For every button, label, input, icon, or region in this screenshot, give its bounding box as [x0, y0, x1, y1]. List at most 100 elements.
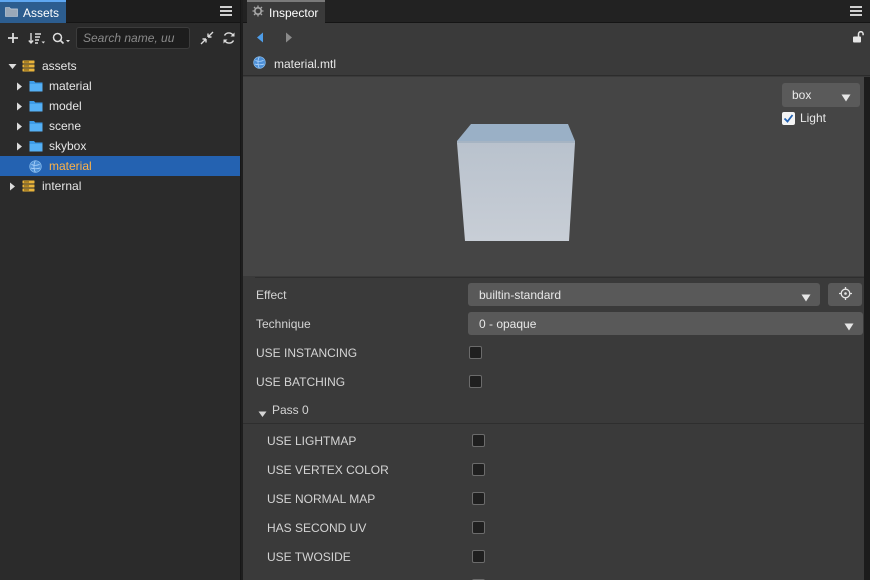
folder-icon	[29, 80, 43, 92]
database-icon	[22, 180, 36, 192]
prop-use-normal-map: USE NORMAL MAP	[243, 484, 870, 513]
technique-value: 0 - opaque	[479, 316, 537, 331]
tree-item-label: model	[49, 99, 82, 113]
prop-label: HAS SECOND UV	[267, 520, 367, 535]
search-input[interactable]: Search name, uu	[76, 27, 190, 49]
chevron-right-icon[interactable]	[7, 181, 17, 191]
tree-item-assets[interactable]: assets	[0, 56, 240, 76]
use-instancing-checkbox[interactable]	[469, 346, 482, 359]
search-placeholder: Search name, uu	[83, 31, 175, 45]
lock-icon[interactable]	[852, 30, 864, 46]
gear-icon	[252, 5, 264, 20]
asset-file-name: material.mtl	[274, 56, 337, 71]
add-icon[interactable]	[6, 29, 20, 47]
search-filter-icon[interactable]	[52, 29, 72, 47]
inspector-menu-icon[interactable]	[850, 4, 862, 18]
prop-technique: Technique 0 - opaque	[243, 309, 870, 338]
technique-select[interactable]: 0 - opaque	[468, 312, 863, 335]
tree-item-material-asset[interactable]: material	[0, 156, 240, 176]
prop-label: USE TWOSIDE	[267, 549, 351, 564]
light-checkbox[interactable]	[781, 111, 795, 125]
use-vertex-color-checkbox[interactable]	[472, 463, 485, 476]
prop-label: USE BATCHING	[256, 374, 346, 389]
chevron-right-icon[interactable]	[14, 81, 24, 91]
chevron-down-icon	[801, 291, 811, 305]
chevron-down-icon	[841, 91, 851, 105]
tree-item-label: material	[49, 79, 92, 93]
tree-item-label: scene	[49, 119, 82, 133]
chevron-down-icon[interactable]	[7, 61, 17, 71]
use-batching-checkbox[interactable]	[469, 375, 482, 388]
material-preview[interactable]: box Light	[243, 77, 864, 276]
prop-label: USE VERTEX COLOR	[267, 462, 389, 477]
use-normal-map-checkbox[interactable]	[472, 492, 485, 505]
light-label: Light	[799, 111, 826, 125]
tab-assets[interactable]: Assets	[0, 0, 67, 23]
tree-item-scene-folder[interactable]: scene	[0, 116, 240, 136]
tree-item-material-folder[interactable]: material	[0, 76, 240, 96]
assets-toolbar: Search name, uu	[0, 23, 240, 53]
prop-effect: Effect builtin-standard	[243, 280, 870, 309]
prop-use-vertex-color: USE VERTEX COLOR	[243, 455, 870, 484]
scrollbar-thumb[interactable]	[864, 77, 870, 580]
refresh-icon[interactable]	[221, 29, 237, 47]
folder-icon	[29, 120, 43, 132]
tree-item-label: internal	[42, 179, 82, 193]
prop-label: USE NORMAL MAP	[267, 491, 376, 506]
inspector-scrollbar[interactable]	[864, 77, 870, 580]
inspector-nav-bar	[243, 24, 870, 52]
prop-use-batching: USE BATCHING	[243, 367, 870, 396]
assets-tabbar: Assets	[0, 0, 240, 23]
locate-effect-button[interactable]	[828, 283, 862, 306]
pass-0-label: Pass 0	[272, 403, 309, 417]
material-sphere-icon	[29, 159, 43, 173]
preview-shape-value: box	[792, 88, 812, 102]
folder-icon	[29, 140, 43, 152]
inspector-panel: Inspector material.mtl box Light Effect …	[243, 0, 870, 580]
asset-header: material.mtl	[243, 52, 870, 76]
chevron-right-icon[interactable]	[14, 121, 24, 131]
effect-select[interactable]: builtin-standard	[468, 283, 820, 306]
preview-shape-select[interactable]: box	[782, 83, 860, 107]
inspector-tabbar: Inspector	[243, 0, 870, 23]
tree-item-skybox-folder[interactable]: skybox	[0, 136, 240, 156]
prop-next-option	[243, 571, 870, 580]
folder-icon	[29, 100, 43, 112]
prop-label: Technique	[256, 316, 311, 331]
prop-label: Effect	[256, 287, 287, 302]
tab-assets-label: Assets	[23, 5, 60, 20]
light-toggle[interactable]: Light	[781, 111, 826, 125]
prop-use-instancing: USE INSTANCING	[243, 338, 870, 367]
use-lightmap-checkbox[interactable]	[472, 434, 485, 447]
use-twoside-checkbox[interactable]	[472, 550, 485, 563]
crosshair-icon	[838, 286, 852, 303]
chevron-down-icon[interactable]	[258, 407, 267, 421]
back-arrow-icon[interactable]	[256, 32, 264, 46]
chevron-right-icon[interactable]	[14, 141, 24, 151]
divider	[255, 277, 864, 278]
tree-item-label: material	[49, 159, 92, 173]
tree-item-model-folder[interactable]: model	[0, 96, 240, 116]
database-icon	[22, 60, 36, 72]
chevron-right-icon[interactable]	[14, 101, 24, 111]
effect-value: builtin-standard	[479, 287, 562, 302]
tree-item-label: skybox	[49, 139, 87, 153]
prop-use-lightmap: USE LIGHTMAP	[243, 426, 870, 455]
preview-cube	[453, 123, 575, 248]
pass-0-header[interactable]: Pass 0	[243, 397, 864, 424]
tab-inspector[interactable]: Inspector	[247, 0, 326, 23]
folder-icon	[5, 6, 18, 20]
has-second-uv-checkbox[interactable]	[472, 521, 485, 534]
tree-item-internal[interactable]: internal	[0, 176, 240, 196]
tree-item-label: assets	[42, 59, 77, 73]
assets-menu-icon[interactable]	[220, 4, 232, 18]
forward-arrow-icon[interactable]	[285, 32, 293, 46]
sort-icon[interactable]	[28, 29, 46, 47]
prop-label: USE INSTANCING	[256, 345, 358, 360]
prop-has-second-uv: HAS SECOND UV	[243, 513, 870, 542]
chevron-down-icon	[844, 320, 854, 334]
tab-inspector-label: Inspector	[269, 5, 319, 20]
material-sphere-icon	[253, 55, 266, 72]
prop-use-twoside: USE TWOSIDE	[243, 542, 870, 571]
collapse-all-icon[interactable]	[199, 29, 215, 47]
